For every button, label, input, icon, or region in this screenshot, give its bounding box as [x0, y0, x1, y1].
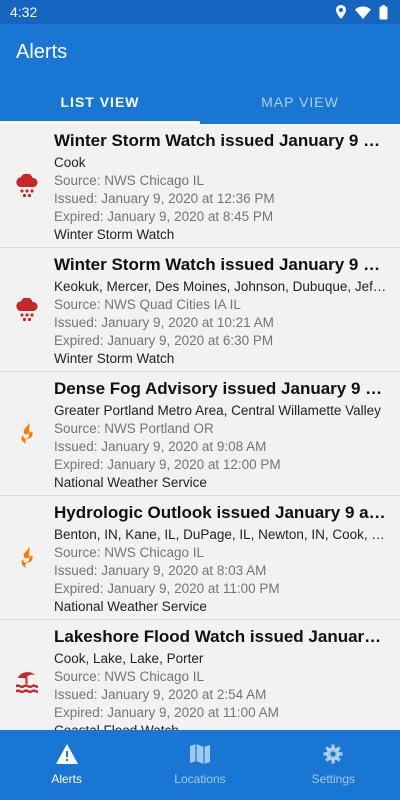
- alert-expired: Expired: January 9, 2020 at 11:00 AM: [54, 705, 279, 720]
- tab-map-view[interactable]: MAP VIEW: [200, 80, 400, 124]
- status-bar: 4:32: [0, 0, 400, 24]
- alert-expired: Expired: January 9, 2020 at 6:30 PM: [54, 333, 274, 348]
- alert-areas: Cook, Lake, Lake, Porter: [54, 651, 204, 666]
- warning-triangle-icon: [55, 744, 78, 764]
- alert-source: Source: NWS Portland OR: [54, 421, 214, 436]
- alert-type: National Weather Service: [54, 475, 207, 490]
- alert-type: Winter Storm Watch: [54, 227, 175, 242]
- alert-title: Lakeshore Flood Watch issued January 9 a…: [54, 627, 388, 646]
- snow-cloud-icon: [16, 297, 38, 321]
- bottom-nav: Alerts Locations Settings: [0, 730, 400, 800]
- alert-issued: Issued: January 9, 2020 at 2:54 AM: [54, 687, 267, 702]
- nav-settings[interactable]: Settings: [267, 730, 400, 800]
- alert-issued: Issued: January 9, 2020 at 8:03 AM: [54, 563, 267, 578]
- status-time: 4:32: [10, 4, 38, 20]
- alert-list[interactable]: Winter Storm Watch issued January 9 at 1…: [0, 124, 400, 730]
- alert-issued: Issued: January 9, 2020 at 9:08 AM: [54, 439, 267, 454]
- fog-flame-icon: [21, 545, 33, 568]
- alert-areas: Greater Portland Metro Area, Central Wil…: [54, 403, 381, 418]
- nav-settings-label: Settings: [311, 772, 355, 786]
- snow-cloud-icon: [16, 173, 38, 197]
- alert-item[interactable]: Winter Storm Watch issued January 9 at 1…: [0, 124, 400, 248]
- tab-bar: LIST VIEW MAP VIEW: [0, 80, 400, 124]
- wifi-icon: [355, 6, 371, 19]
- alert-item[interactable]: Winter Storm Watch issued January 9 at 1…: [0, 248, 400, 372]
- coastal-flood-icon: [16, 671, 38, 693]
- alert-title: Hydrologic Outlook issued January 9 at 8…: [54, 503, 388, 522]
- alert-source: Source: NWS Chicago IL: [54, 545, 205, 560]
- alert-type: National Weather Service: [54, 599, 207, 614]
- battery-icon: [379, 4, 388, 19]
- alert-item[interactable]: Lakeshore Flood Watch issued January 9 a…: [0, 620, 400, 730]
- alert-type: Winter Storm Watch: [54, 351, 175, 366]
- alert-title: Winter Storm Watch issued January 9 at 1…: [54, 131, 388, 150]
- nav-alerts[interactable]: Alerts: [0, 730, 133, 800]
- alert-item[interactable]: Dense Fog Advisory issued January 9 at 9…: [0, 372, 400, 496]
- alert-item[interactable]: Hydrologic Outlook issued January 9 at 8…: [0, 496, 400, 620]
- alert-issued: Issued: January 9, 2020 at 12:36 PM: [54, 191, 275, 206]
- alert-source: Source: NWS Quad Cities IA IL: [54, 297, 241, 312]
- alert-title: Dense Fog Advisory issued January 9 at 9…: [54, 379, 388, 398]
- alert-areas: Cook: [54, 155, 86, 170]
- alert-type: Coastal Flood Watch: [54, 722, 388, 730]
- location-icon: [336, 5, 346, 19]
- gear-icon: [323, 744, 343, 764]
- alert-issued: Issued: January 9, 2020 at 10:21 AM: [54, 315, 274, 330]
- nav-locations-label: Locations: [174, 772, 226, 786]
- alert-areas: Benton, IN, Kane, IL, DuPage, IL, Newton…: [54, 527, 388, 542]
- nav-alerts-label: Alerts: [51, 772, 82, 786]
- alert-expired: Expired: January 9, 2020 at 11:00 PM: [54, 581, 280, 596]
- fog-flame-icon: [21, 421, 33, 444]
- alert-expired: Expired: January 9, 2020 at 12:00 PM: [54, 457, 281, 472]
- alert-title: Winter Storm Watch issued January 9 at 1…: [54, 255, 388, 274]
- map-icon: [189, 744, 210, 764]
- nav-locations[interactable]: Locations: [133, 730, 266, 800]
- alert-areas: Keokuk, Mercer, Des Moines, Johnson, Dub…: [54, 279, 388, 294]
- tab-list-view[interactable]: LIST VIEW: [0, 80, 200, 124]
- alert-source: Source: NWS Chicago IL: [54, 173, 205, 188]
- app-bar: Alerts: [0, 24, 400, 80]
- alert-expired: Expired: January 9, 2020 at 8:45 PM: [54, 209, 274, 224]
- status-icons: [335, 4, 388, 20]
- alert-source: Source: NWS Chicago IL: [54, 669, 205, 684]
- page-title: Alerts: [16, 40, 68, 63]
